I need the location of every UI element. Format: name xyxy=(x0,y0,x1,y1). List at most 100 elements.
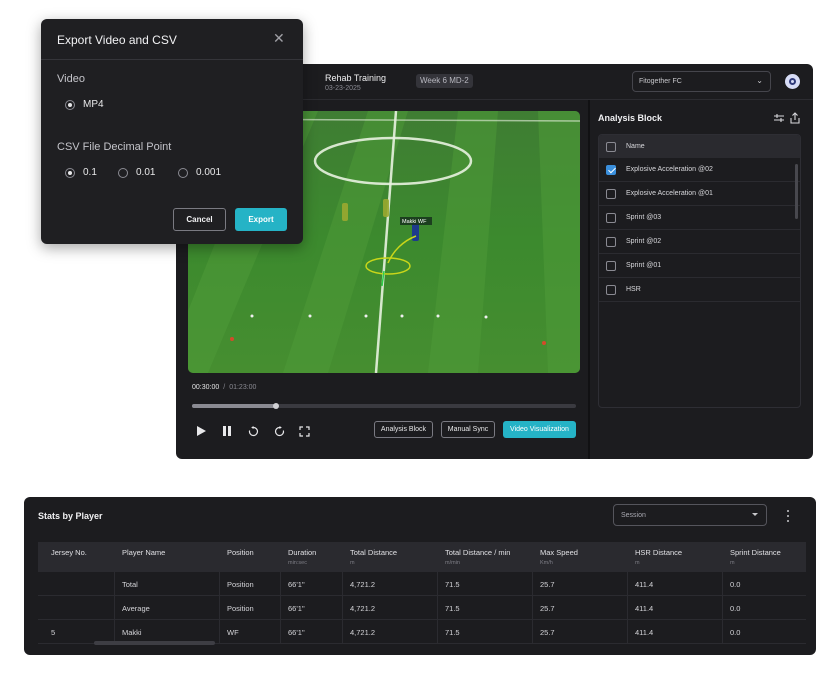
decimal-label: 0.01 xyxy=(136,167,156,178)
time-separator: / xyxy=(223,384,226,391)
table-cell: 5 xyxy=(51,628,56,637)
column-divider xyxy=(219,572,220,644)
table-cell: 71.5 xyxy=(445,628,460,637)
analysis-block-row[interactable]: Sprint @02 xyxy=(599,230,800,254)
column-header[interactable]: Total Distance / min xyxy=(445,548,510,557)
cancel-button[interactable]: Cancel xyxy=(173,208,226,231)
analysis-block-table: Name Explosive Acceleration @02 Explosive… xyxy=(598,134,801,408)
column-header[interactable]: Sprint Distance xyxy=(730,548,781,557)
column-unit: m xyxy=(350,560,355,566)
column-header[interactable]: Total Distance xyxy=(350,548,397,557)
analysis-block-row-label: Explosive Acceleration @01 xyxy=(626,190,713,197)
stats-title: Stats by Player xyxy=(38,511,103,521)
forward-icon[interactable] xyxy=(272,424,286,438)
column-divider xyxy=(532,572,533,644)
decimal-radio-0-01[interactable] xyxy=(118,168,128,178)
session-select[interactable]: Session xyxy=(613,504,767,526)
more-options-icon[interactable] xyxy=(785,509,791,523)
analysis-block-row[interactable]: Explosive Acceleration @02 xyxy=(599,158,800,182)
player-tag-label: Makki WF xyxy=(402,219,427,225)
row-checkbox[interactable] xyxy=(606,188,616,199)
analysis-block-button[interactable]: Analysis Block xyxy=(374,421,433,438)
stats-table-body: Total Position 66'1" 4,721.2 71.5 25.7 411.4 0.… xyxy=(38,572,806,644)
analysis-block-row[interactable]: Explosive Acceleration @01 xyxy=(599,182,800,206)
rewind-icon[interactable] xyxy=(246,424,260,438)
total-time: 01:23:00 xyxy=(229,384,257,391)
select-all-checkbox[interactable] xyxy=(606,141,616,152)
analysis-block-row[interactable]: Sprint @01 xyxy=(599,254,800,278)
stats-panel: Stats by Player Session Jersey No. Player… xyxy=(24,497,816,655)
video-visualization-button[interactable]: Video Visualization xyxy=(503,421,576,438)
analysis-block-title: Analysis Block xyxy=(598,113,663,123)
export-share-icon[interactable] xyxy=(789,111,801,124)
row-checkbox[interactable] xyxy=(606,212,616,223)
column-unit: m/min xyxy=(445,560,460,566)
progress-bar[interactable] xyxy=(192,403,576,409)
close-icon[interactable]: ✕ xyxy=(273,31,285,45)
table-cell: 66'1" xyxy=(288,628,305,637)
table-cell: 25.7 xyxy=(540,580,555,589)
column-header[interactable]: Position xyxy=(227,548,254,557)
table-row[interactable]: Average Position 66'1" 4,721.2 71.5 25.7 411.4… xyxy=(38,596,806,620)
column-unit: min:sec xyxy=(288,560,307,566)
column-divider xyxy=(627,572,628,644)
export-button[interactable]: Export xyxy=(235,208,287,231)
column-header[interactable]: Jersey No. xyxy=(51,548,87,557)
decimal-radio-0-001[interactable] xyxy=(178,168,188,178)
session-select-placeholder: Session xyxy=(621,512,646,519)
table-cell: Position xyxy=(227,580,254,589)
settings-gear-icon[interactable] xyxy=(785,74,800,89)
export-dialog-title: Export Video and CSV xyxy=(57,33,177,47)
table-cell: WF xyxy=(227,628,239,637)
row-checkbox[interactable] xyxy=(606,236,616,247)
video-section-label: Video xyxy=(57,73,85,85)
table-cell: 411.4 xyxy=(635,628,654,637)
table-cell: Makki xyxy=(122,628,142,637)
analysis-block-row-label: Explosive Acceleration @02 xyxy=(626,166,713,173)
play-icon[interactable] xyxy=(194,424,208,438)
analysis-block-row-label: Sprint @02 xyxy=(626,238,662,245)
team-select-value: Fitogether FC xyxy=(639,78,682,85)
stats-table: Jersey No. Player Name Position Duration min… xyxy=(38,542,806,644)
row-checkbox[interactable] xyxy=(606,284,616,295)
stats-table-header: Jersey No. Player Name Position Duration min… xyxy=(38,542,806,572)
team-select[interactable]: Fitogether FC ⌄ xyxy=(632,71,771,92)
table-cell: 411.4 xyxy=(635,604,654,613)
table-cell: 4,721.2 xyxy=(350,628,376,637)
analysis-block-rows: Explosive Acceleration @02 Explosive Acce… xyxy=(599,158,800,302)
app-root: Rehab Training 03-23-2025 Week 6 MD-2 Fi… xyxy=(0,0,840,675)
name-column-header: Name xyxy=(626,143,645,150)
mp4-radio[interactable] xyxy=(65,100,75,110)
decimal-radio-0-1[interactable] xyxy=(65,168,75,178)
pause-icon[interactable] xyxy=(220,424,234,438)
dialog-divider xyxy=(41,59,303,60)
column-divider xyxy=(437,572,438,644)
progress-handle[interactable] xyxy=(273,403,280,409)
manual-sync-button[interactable]: Manual Sync xyxy=(441,421,495,438)
column-header[interactable]: Max Speed xyxy=(540,548,578,557)
column-header[interactable]: Duration xyxy=(288,548,316,557)
analysis-block-row[interactable]: Sprint @03 xyxy=(599,206,800,230)
analysis-block-header: Name xyxy=(599,135,800,158)
analysis-block-row[interactable]: HSR xyxy=(599,278,800,302)
column-header[interactable]: HSR Distance xyxy=(635,548,682,557)
table-row[interactable]: Total Position 66'1" 4,721.2 71.5 25.7 411.4 0.… xyxy=(38,572,806,596)
column-header[interactable]: Player Name xyxy=(122,548,165,557)
column-unit: Km/h xyxy=(540,560,553,566)
column-divider xyxy=(722,572,723,644)
column-divider xyxy=(342,572,343,644)
filter-sliders-icon[interactable] xyxy=(773,111,785,123)
current-time: 00:30:00 xyxy=(192,384,220,391)
table-cell: 66'1" xyxy=(288,580,305,589)
row-checkbox[interactable] xyxy=(606,164,616,175)
horizontal-scrollbar[interactable] xyxy=(94,641,215,645)
row-checkbox[interactable] xyxy=(606,260,616,271)
column-unit: m xyxy=(730,560,735,566)
week-badge: Week 6 MD-2 xyxy=(416,74,473,88)
table-cell: 4,721.2 xyxy=(350,604,376,613)
fullscreen-icon[interactable] xyxy=(297,424,311,438)
table-cell: 71.5 xyxy=(445,580,460,589)
chevron-down-icon: ⌄ xyxy=(756,76,763,85)
time-readout: 00:30:00/01:23:00 xyxy=(192,384,256,391)
analysis-block-scrollbar[interactable] xyxy=(795,164,798,219)
